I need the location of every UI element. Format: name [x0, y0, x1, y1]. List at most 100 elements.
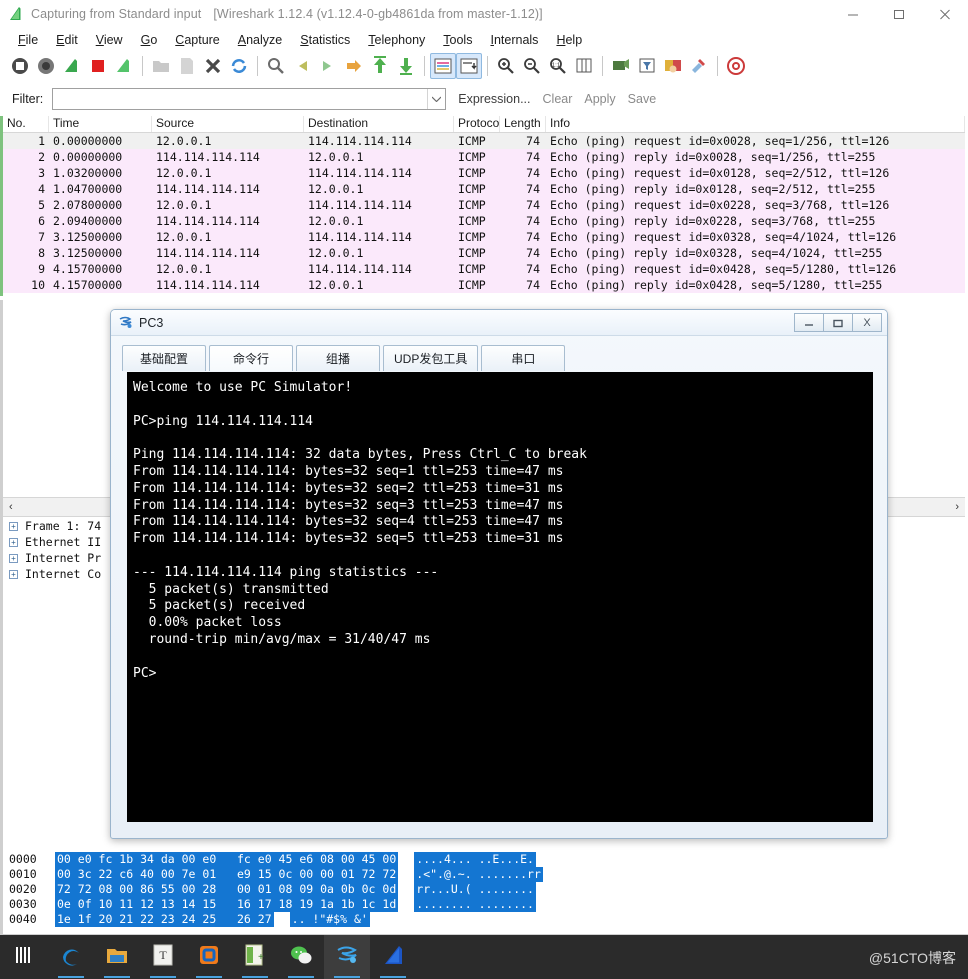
minimize-button[interactable] — [830, 0, 876, 28]
table-row[interactable]: 7 3.12500000 12.0.0.1 114.114.114.114 ICMP 74… — [3, 229, 965, 245]
coloring-rules-icon[interactable] — [660, 53, 686, 79]
taskbar-wireshark[interactable] — [370, 935, 416, 979]
zoom-in-icon[interactable] — [493, 53, 519, 79]
table-row[interactable]: 5 2.07800000 12.0.0.1 114.114.114.114 ICMP 74… — [3, 197, 965, 213]
filter-input[interactable] — [53, 88, 428, 109]
expand-icon[interactable]: + — [9, 569, 18, 579]
menu-capture[interactable]: Capture — [166, 31, 228, 49]
tab-1[interactable]: 命令行 — [209, 345, 293, 371]
close-button[interactable] — [922, 0, 968, 28]
table-row[interactable]: 10 4.15700000 114.114.114.114 12.0.0.1 ICMP 7… — [3, 277, 965, 293]
table-row[interactable]: 3 1.03200000 12.0.0.1 114.114.114.114 ICMP 74… — [3, 165, 965, 181]
menu-view[interactable]: View — [87, 31, 132, 49]
column-header-info[interactable]: Info — [546, 116, 965, 132]
menu-telephony[interactable]: Telephony — [359, 31, 434, 49]
menu-analyze[interactable]: Analyze — [229, 31, 291, 49]
table-row[interactable]: 1 0.00000000 12.0.0.1 114.114.114.114 ICMP 74… — [3, 133, 965, 149]
taskbar-notepad-plus[interactable]: + — [232, 935, 278, 979]
zoom-out-icon[interactable] — [519, 53, 545, 79]
menu-go[interactable]: Go — [132, 31, 167, 49]
hex-row[interactable]: 0040 1e 1f 20 21 22 23 24 25 26 27 .. !"#$… — [3, 912, 965, 927]
display-filters-icon[interactable] — [634, 53, 660, 79]
table-row[interactable]: 9 4.15700000 12.0.0.1 114.114.114.114 ICMP 74… — [3, 261, 965, 277]
restart-capture-icon[interactable] — [111, 53, 137, 79]
apply-filter-button[interactable]: Apply — [584, 92, 615, 106]
open-file-icon[interactable] — [148, 53, 174, 79]
start-capture-icon[interactable] — [59, 53, 85, 79]
reload-icon[interactable] — [226, 53, 252, 79]
packet-bytes-pane[interactable]: 0000 00 e0 fc 1b 34 da 00 e0 fc e0 45 e6 … — [3, 852, 965, 934]
pc3-titlebar[interactable]: PC3 X — [111, 310, 887, 336]
colorize-icon[interactable] — [430, 53, 456, 79]
capture-options-icon[interactable] — [33, 53, 59, 79]
clear-filter-button[interactable]: Clear — [543, 92, 573, 106]
pc3-window[interactable]: PC3 X 基础配置 命令行 组播 UDP发包工具 串口 Welcome to use … — [110, 309, 888, 839]
go-forward-icon[interactable] — [315, 53, 341, 79]
maximize-button[interactable] — [876, 0, 922, 28]
zoom-reset-icon[interactable]: 1:1 — [545, 53, 571, 79]
taskbar-ensp-simulator[interactable] — [324, 935, 370, 979]
save-filter-button[interactable]: Save — [628, 92, 657, 106]
packet-list[interactable]: No. Time Source Destination Protocol Length In… — [3, 116, 965, 296]
tab-2[interactable]: 组播 — [296, 345, 380, 371]
hex-row[interactable]: 0030 0e 0f 10 11 12 13 14 15 16 17 18 19 … — [3, 897, 965, 912]
tab-3[interactable]: UDP发包工具 — [383, 345, 479, 371]
taskbar-start-button[interactable] — [2, 935, 48, 979]
go-back-icon[interactable] — [289, 53, 315, 79]
pc3-tabs[interactable]: 基础配置 命令行 组播 UDP发包工具 串口 — [111, 336, 887, 372]
packet-list-body[interactable]: 1 0.00000000 12.0.0.1 114.114.114.114 ICMP 74… — [3, 133, 965, 293]
hex-row[interactable]: 0020 72 72 08 00 86 55 00 28 00 01 08 09 … — [3, 882, 965, 897]
menu-statistics[interactable]: Statistics — [291, 31, 359, 49]
go-last-packet-icon[interactable] — [393, 53, 419, 79]
taskbar-wechat[interactable] — [278, 935, 324, 979]
maximize-button[interactable] — [823, 313, 853, 332]
taskbar-items[interactable]: T + — [0, 935, 968, 979]
expand-icon[interactable]: + — [9, 553, 18, 563]
help-icon[interactable] — [723, 53, 749, 79]
table-row[interactable]: 2 0.00000000 114.114.114.114 12.0.0.1 ICMP 74… — [3, 149, 965, 165]
taskbar-office-app[interactable] — [186, 935, 232, 979]
menu-edit[interactable]: Edit — [47, 31, 87, 49]
column-header-source[interactable]: Source — [152, 116, 304, 132]
table-row[interactable]: 4 1.04700000 114.114.114.114 12.0.0.1 ICMP 74… — [3, 181, 965, 197]
go-to-packet-icon[interactable] — [341, 53, 367, 79]
column-header-no[interactable]: No. — [3, 116, 49, 132]
capture-filters-icon[interactable] — [608, 53, 634, 79]
filter-input-wrap[interactable] — [52, 87, 447, 110]
menu-tools[interactable]: Tools — [434, 31, 481, 49]
column-header-time[interactable]: Time — [49, 116, 152, 132]
stop-capture-icon[interactable] — [85, 53, 111, 79]
expression-button[interactable]: Expression... — [458, 92, 530, 106]
tab-4[interactable]: 串口 — [481, 345, 566, 371]
table-row[interactable]: 8 3.12500000 114.114.114.114 12.0.0.1 ICMP 74… — [3, 245, 965, 261]
expand-icon[interactable]: + — [9, 521, 18, 531]
column-header-protocol[interactable]: Protocol — [454, 116, 500, 132]
go-first-packet-icon[interactable] — [367, 53, 393, 79]
preferences-icon[interactable] — [686, 53, 712, 79]
table-row[interactable]: 6 2.09400000 114.114.114.114 12.0.0.1 ICMP 74… — [3, 213, 965, 229]
minimize-button[interactable] — [794, 313, 824, 332]
find-packet-icon[interactable] — [263, 53, 289, 79]
column-header-length[interactable]: Length — [500, 116, 546, 132]
resize-columns-icon[interactable] — [571, 53, 597, 79]
taskbar-text-editor[interactable]: T — [140, 935, 186, 979]
list-interfaces-icon[interactable] — [7, 53, 33, 79]
scroll-left-icon[interactable]: ‹ — [3, 501, 19, 513]
taskbar-file-explorer[interactable] — [94, 935, 140, 979]
hex-row[interactable]: 0000 00 e0 fc 1b 34 da 00 e0 fc e0 45 e6 … — [3, 852, 965, 867]
tab-0[interactable]: 基础配置 — [122, 345, 206, 371]
column-header-destination[interactable]: Destination — [304, 116, 454, 132]
hex-row[interactable]: 0010 00 3c 22 c6 40 00 7e 01 e9 15 0c 00 … — [3, 867, 965, 882]
menu-help[interactable]: Help — [547, 31, 591, 49]
menu-internals[interactable]: Internals — [481, 31, 547, 49]
menu-file[interactable]: File — [9, 31, 47, 49]
auto-scroll-icon[interactable] — [456, 53, 482, 79]
save-file-icon[interactable] — [174, 53, 200, 79]
pc3-terminal-output[interactable]: Welcome to use PC Simulator! PC>ping 114… — [127, 372, 873, 822]
expand-icon[interactable]: + — [9, 537, 18, 547]
close-file-icon[interactable] — [200, 53, 226, 79]
taskbar-edge-browser[interactable] — [48, 935, 94, 979]
scroll-right-icon[interactable]: › — [949, 501, 965, 513]
close-button[interactable]: X — [852, 313, 882, 332]
chevron-down-icon[interactable] — [427, 88, 445, 109]
